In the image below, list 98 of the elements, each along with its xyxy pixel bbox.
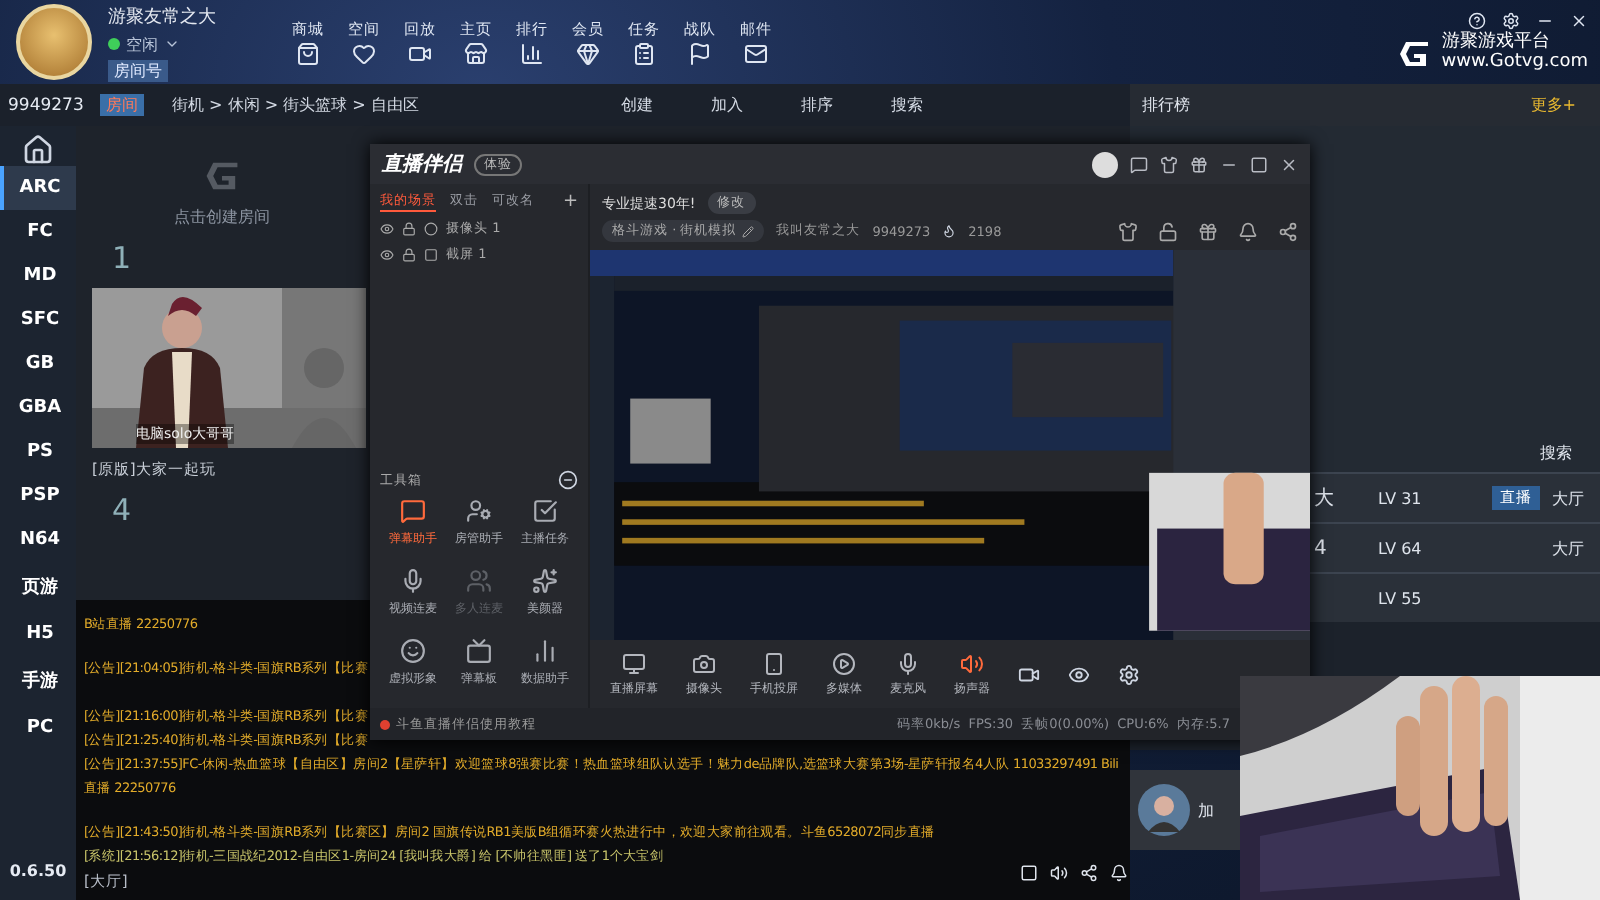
player-level: LV 64 <box>1378 539 1424 557</box>
unlock-icon <box>1158 221 1178 241</box>
more-link[interactable]: 更多+ <box>1530 94 1576 116</box>
maximize-icon <box>1250 155 1268 173</box>
gift-icon <box>1190 155 1208 173</box>
user-avatar[interactable] <box>1092 151 1118 177</box>
room-number: 4 <box>112 492 132 528</box>
bar-chart-icon <box>520 41 544 65</box>
bar-chart-icon <box>532 638 558 664</box>
collapse-icon <box>558 470 578 490</box>
settings-icon <box>1118 663 1140 685</box>
speaker-icon <box>1050 864 1068 882</box>
room-number: 1 <box>112 240 132 276</box>
message-icon <box>400 498 426 524</box>
room-action[interactable]: 加入 <box>682 94 772 116</box>
app-logo: 直播伴侣 <box>382 151 462 178</box>
chevron-down-icon <box>164 36 180 52</box>
flame-icon <box>942 224 957 238</box>
flag-icon <box>688 41 712 65</box>
pencil-icon <box>742 225 755 237</box>
smile-icon <box>400 638 426 664</box>
home-icon <box>22 134 54 166</box>
gem-icon <box>576 41 600 65</box>
platform-tab[interactable]: PSP <box>0 474 76 518</box>
room-action[interactable]: 排序 <box>772 94 862 116</box>
user-status[interactable]: 空闲 <box>108 33 252 55</box>
eye-icon <box>1068 663 1090 685</box>
player-name: 大 <box>1314 485 1336 512</box>
help-icon <box>1468 11 1486 29</box>
room-number-label: 房间号 <box>108 59 168 81</box>
lobby-label: 大厅 <box>1552 487 1584 509</box>
shirt-icon <box>1118 221 1138 241</box>
add-scene-button[interactable]: + <box>562 192 578 212</box>
mail-icon <box>744 41 768 65</box>
close-icon <box>1570 11 1588 29</box>
eye-icon <box>380 248 394 262</box>
platform-tab[interactable]: GBA <box>0 386 76 430</box>
users-icon <box>466 568 492 594</box>
platform-tab[interactable]: N64 <box>0 518 76 562</box>
user-name: 游聚友常之大 <box>108 5 218 29</box>
lock-icon <box>402 222 416 236</box>
platform-tab[interactable]: H5 <box>0 612 76 656</box>
store-icon <box>464 41 488 65</box>
user-avatar[interactable] <box>16 4 92 80</box>
player-level: LV 55 <box>1378 589 1424 607</box>
player-name: 4 <box>1314 537 1329 559</box>
bell-icon <box>1238 221 1258 241</box>
lobby-label: 大厅 <box>1552 537 1584 559</box>
heart-icon <box>352 41 376 65</box>
platform-tab[interactable]: PS <box>0 430 76 474</box>
tv-icon <box>466 638 492 664</box>
bell-icon <box>1110 864 1128 882</box>
settings-icon <box>1502 11 1520 29</box>
search-label[interactable]: 搜索 <box>1540 442 1572 464</box>
platform-tab[interactable]: PC <box>0 706 76 750</box>
player-level: LV 31 <box>1378 489 1424 507</box>
alert-dot-icon <box>380 719 390 729</box>
platform-tab[interactable]: 页游 <box>0 562 76 612</box>
share-icon <box>1080 864 1098 882</box>
room-tag: 房间 <box>100 94 144 116</box>
room-action[interactable]: 创建 <box>592 94 682 116</box>
video-icon <box>1018 663 1040 685</box>
microphone-icon <box>896 651 920 675</box>
shirt-icon <box>1160 155 1178 173</box>
platform-tab[interactable]: 手游 <box>0 656 76 706</box>
play-icon <box>832 651 856 675</box>
player-name: 加 <box>1198 799 1214 821</box>
monitor-icon <box>622 651 646 675</box>
player-avatar <box>1138 784 1190 836</box>
user-gear-icon <box>466 498 492 524</box>
message-icon <box>1130 155 1148 173</box>
platform-tab[interactable]: SFC <box>0 298 76 342</box>
status-dot-icon <box>108 38 120 50</box>
brand-url: www.Gotvg.com <box>1441 53 1588 73</box>
platform-tab[interactable]: GB <box>0 342 76 386</box>
video-icon <box>408 41 432 65</box>
eye-icon <box>380 222 394 236</box>
close-icon <box>1280 155 1298 173</box>
breadcrumb: 街机 > 休闲 > 街头篮球 > 自由区 <box>172 94 421 116</box>
platform-tab[interactable]: ARC <box>0 166 76 210</box>
checkbox-icon <box>532 498 558 524</box>
microphone-icon <box>400 568 426 594</box>
speaker-icon <box>960 651 984 675</box>
room-action[interactable]: 搜索 <box>862 94 952 116</box>
create-room-hint[interactable]: 点击创建房间 <box>174 206 270 228</box>
lock-icon <box>402 248 416 262</box>
clipboard-icon <box>632 41 656 65</box>
platform-tab[interactable]: FC <box>0 210 76 254</box>
share-icon <box>1278 221 1298 241</box>
version-label: 0.6.50 <box>9 862 67 880</box>
sparkles-icon <box>532 568 558 594</box>
bag-icon <box>296 41 320 65</box>
room-id: 9949273 <box>6 95 86 115</box>
gift-icon <box>1198 221 1218 241</box>
platform-tab[interactable]: MD <box>0 254 76 298</box>
ranking-title: 排行榜 <box>1142 94 1190 116</box>
phone-icon <box>762 651 786 675</box>
brand-name: 游聚游戏平台 <box>1441 33 1552 52</box>
